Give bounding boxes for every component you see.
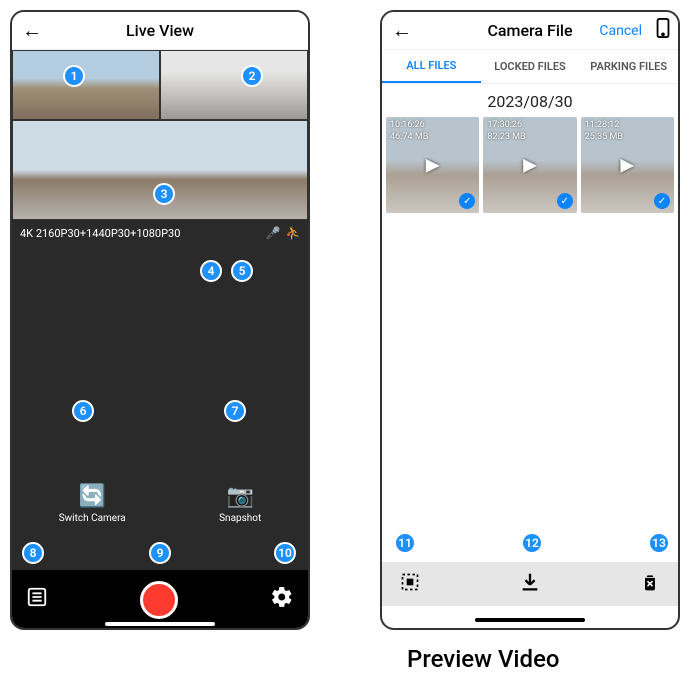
snapshot-icon: 📷: [226, 484, 253, 509]
tab-parking-files[interactable]: PARKING FILES: [579, 50, 678, 83]
date-header: 2023/08/30: [382, 84, 678, 117]
file-action-bar: [382, 562, 678, 606]
snapshot-label: Snapshot: [219, 513, 261, 524]
video-thumbnails: 10:16:26 46.74 MB ▶ ✓ 17:30:26 82.23 MB …: [382, 117, 678, 213]
motion-icon[interactable]: ⛹: [286, 226, 300, 240]
callout-badge: 9: [149, 542, 171, 564]
settings-icon[interactable]: [270, 585, 294, 615]
home-indicator: [105, 622, 215, 626]
resolution-text: 4K 2160P30+1440P30+1080P30: [20, 227, 260, 240]
file-tabs: ALL FILES LOCKED FILES PARKING FILES: [382, 50, 678, 84]
callout-badge: 2: [241, 65, 263, 87]
switch-camera-icon: 🔄: [79, 484, 106, 509]
cancel-button[interactable]: Cancel: [599, 23, 642, 39]
back-icon[interactable]: ←: [392, 18, 412, 43]
selected-check-icon[interactable]: ✓: [557, 193, 573, 209]
camera-feed-interior[interactable]: 2: [160, 50, 308, 120]
home-indicator: [475, 618, 585, 622]
callout-badge: 7: [224, 400, 246, 422]
tab-all-files[interactable]: ALL FILES: [382, 50, 481, 83]
mic-icon[interactable]: 🎤: [266, 226, 280, 240]
bottom-bar: [12, 570, 308, 630]
video-thumbnail[interactable]: 10:16:26 46.74 MB ▶ ✓: [386, 117, 479, 213]
callout-badge: 12: [521, 532, 543, 554]
play-icon: ▶: [620, 155, 634, 176]
camera-feed-front[interactable]: 1: [12, 50, 160, 120]
video-thumbnail[interactable]: 17:30:26 82.23 MB ▶ ✓: [483, 117, 576, 213]
play-icon: ▶: [426, 155, 440, 176]
download-icon[interactable]: [519, 571, 541, 598]
back-icon[interactable]: ←: [22, 18, 42, 43]
callout-badge: 8: [22, 542, 44, 564]
device-icon[interactable]: [656, 18, 670, 43]
record-button[interactable]: [140, 581, 178, 619]
thumbnail-meta: 17:30:26 82.23 MB: [487, 120, 525, 143]
switch-camera-button[interactable]: 🔄 Switch Camera: [59, 484, 126, 524]
snapshot-button[interactable]: 📷 Snapshot: [219, 484, 261, 524]
page-title: Live View: [126, 21, 194, 40]
file-list-icon[interactable]: [26, 586, 48, 614]
resolution-row: 4K 2160P30+1440P30+1080P30 🎤 ⛹: [12, 220, 308, 246]
page-title: Camera File: [487, 21, 572, 40]
video-thumbnail[interactable]: 11:28:12 25.35 MB ▶ ✓: [581, 117, 674, 213]
camera-file-screen: ← Camera File Cancel ALL FILES LOCKED FI…: [380, 10, 680, 630]
live-view-screen: ← Live View 1 2 3 4K 2160P30+1440P30+108…: [10, 10, 310, 630]
control-panel: 4K 2160P30+1440P30+1080P30 🎤 ⛹ 4 5 6 7 🔄…: [12, 220, 308, 540]
selected-check-icon[interactable]: ✓: [459, 193, 475, 209]
callout-badge: 1: [63, 65, 85, 87]
camera-feed-main[interactable]: 3: [12, 120, 308, 220]
caption-text: Preview Video: [407, 645, 560, 673]
play-icon: ▶: [523, 155, 537, 176]
switch-camera-label: Switch Camera: [59, 513, 126, 524]
thumbnail-meta: 11:28:12 25.35 MB: [585, 120, 623, 143]
tab-locked-files[interactable]: LOCKED FILES: [481, 50, 580, 83]
live-view-header: ← Live View: [12, 12, 308, 50]
camera-file-header: ← Camera File Cancel: [382, 12, 678, 50]
secondary-feeds: 1 2: [12, 50, 308, 120]
selected-check-icon[interactable]: ✓: [654, 193, 670, 209]
callout-badge: 4: [200, 260, 222, 282]
delete-icon[interactable]: [640, 572, 660, 597]
callout-badge: 13: [648, 532, 670, 554]
callout-badge: 3: [153, 183, 175, 205]
callout-badge: 5: [231, 260, 253, 282]
callout-badge: 11: [394, 532, 416, 554]
select-all-icon[interactable]: [400, 572, 420, 597]
thumbnail-meta: 10:16:26 46.74 MB: [390, 120, 428, 143]
callout-badge: 10: [274, 542, 296, 564]
callout-badge: 6: [72, 400, 94, 422]
